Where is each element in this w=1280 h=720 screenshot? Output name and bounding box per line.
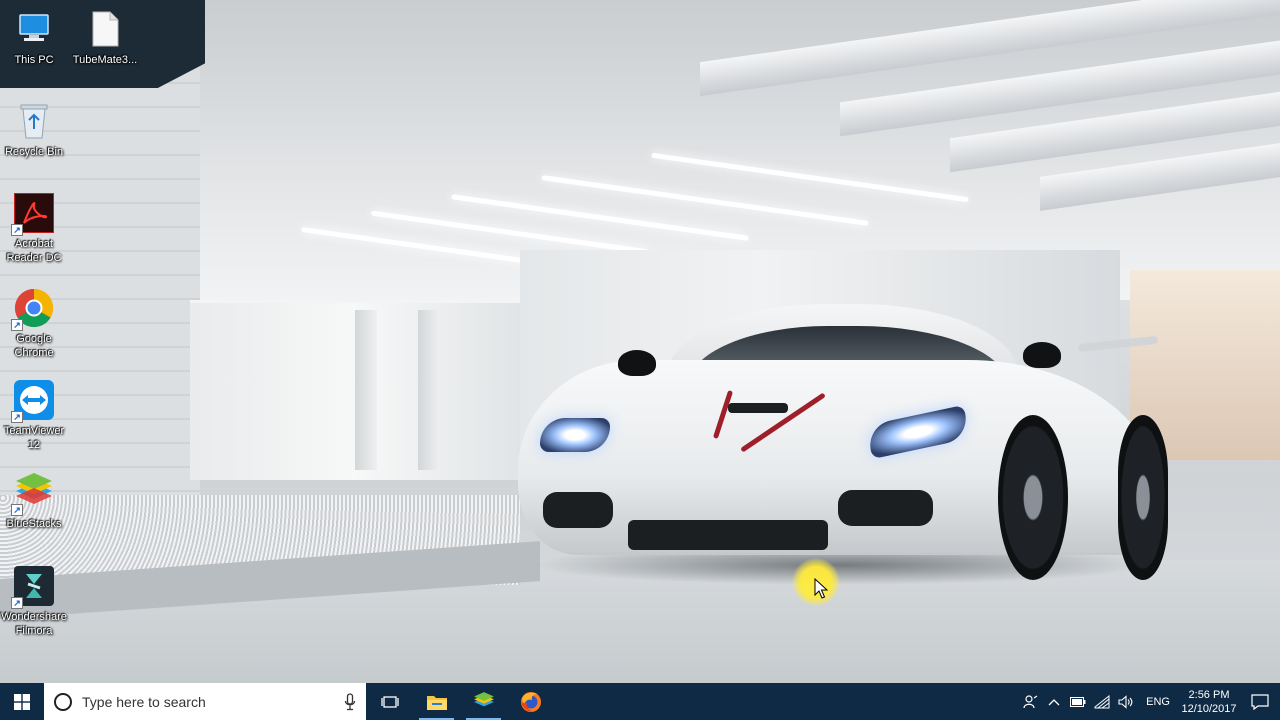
taskbar-search-box[interactable]: Type here to search bbox=[44, 683, 366, 720]
desktop-icon-label: This PC bbox=[14, 54, 54, 66]
search-placeholder: Type here to search bbox=[82, 693, 206, 710]
clock-time: 2:56 PM bbox=[1188, 688, 1230, 701]
desktop-icon-label: BlueStacks bbox=[6, 518, 62, 530]
volume-icon[interactable] bbox=[1114, 683, 1138, 720]
shortcut-arrow-icon: ↗ bbox=[11, 597, 23, 609]
system-tray: ENG 2:56 PM 12/10/2017 bbox=[1018, 683, 1280, 720]
file-explorer-icon bbox=[426, 695, 447, 710]
desktop-icon-label: TubeMate3... bbox=[72, 54, 138, 66]
desktop-icon-bluestacks[interactable]: ↗ BlueStacks bbox=[0, 472, 70, 531]
desktop-icon-label: Google Chrome bbox=[14, 333, 54, 359]
bluestacks-icon: ↗ bbox=[11, 472, 55, 516]
recycle-bin-icon bbox=[13, 100, 55, 142]
microphone-icon[interactable] bbox=[344, 692, 356, 711]
cortana-icon bbox=[54, 692, 72, 711]
desktop-icon-acrobat[interactable]: ↗ Acrobat Reader DC bbox=[0, 192, 70, 265]
wallpaper-pillar bbox=[355, 310, 377, 470]
firefox-icon bbox=[520, 691, 541, 712]
car-grille bbox=[628, 520, 828, 550]
file-icon bbox=[84, 8, 126, 50]
task-view-button[interactable] bbox=[366, 683, 413, 720]
shortcut-arrow-icon: ↗ bbox=[11, 411, 23, 423]
car-headlight bbox=[540, 418, 610, 452]
people-icon[interactable] bbox=[1018, 683, 1042, 720]
desktop-icon-label: Acrobat Reader DC bbox=[6, 238, 62, 264]
desktop-icon-filmora[interactable]: ↗ Wondershare Filmora bbox=[0, 565, 70, 638]
car-hood-vent bbox=[728, 403, 788, 413]
wallpaper-pillar bbox=[418, 310, 440, 470]
teamviewer-icon: ↗ bbox=[11, 379, 55, 423]
desktop-wallpaper bbox=[0, 0, 1280, 683]
clock-date: 12/10/2017 bbox=[1181, 702, 1237, 715]
taskbar-bluestacks[interactable] bbox=[460, 683, 507, 720]
notifications-icon bbox=[1251, 693, 1269, 710]
car-wheel bbox=[998, 415, 1068, 580]
action-center-button[interactable] bbox=[1240, 683, 1280, 720]
start-button[interactable] bbox=[0, 683, 44, 720]
car-intake bbox=[543, 492, 613, 528]
car-intake bbox=[838, 490, 933, 526]
this-pc-icon bbox=[13, 8, 55, 50]
mouse-cursor-icon bbox=[814, 578, 828, 599]
filmora-icon: ↗ bbox=[11, 565, 55, 609]
desktop-icon-teamviewer[interactable]: ↗ TeamViewer 12 bbox=[0, 379, 70, 452]
show-hidden-icons-chevron-icon[interactable] bbox=[1042, 683, 1066, 720]
taskbar: Type here to search ENG 2:56 PM 12/10/20… bbox=[0, 683, 1280, 720]
desktop-icon-chrome[interactable]: ↗ Google Chrome bbox=[0, 287, 70, 360]
battery-icon[interactable] bbox=[1066, 683, 1090, 720]
taskbar-firefox[interactable] bbox=[507, 683, 554, 720]
desktop-icon-recycle-bin[interactable]: Recycle Bin bbox=[0, 100, 70, 159]
wifi-icon[interactable] bbox=[1090, 683, 1114, 720]
car-wheel bbox=[1118, 415, 1168, 580]
desktop-icon-this-pc[interactable]: This PC bbox=[0, 8, 70, 67]
wallpaper-sports-car bbox=[518, 300, 1168, 590]
desktop-icon-label: TeamViewer 12 bbox=[3, 425, 65, 451]
car-mirror bbox=[1023, 342, 1061, 368]
car-spoiler bbox=[1077, 335, 1159, 353]
shortcut-arrow-icon: ↗ bbox=[11, 504, 23, 516]
desktop-icon-label: Recycle Bin bbox=[4, 146, 64, 158]
desktop-icon-tubemate[interactable]: TubeMate3... bbox=[69, 8, 141, 67]
acrobat-icon: ↗ bbox=[11, 192, 55, 236]
shortcut-arrow-icon: ↗ bbox=[11, 319, 23, 331]
chrome-icon: ↗ bbox=[11, 287, 55, 331]
input-language[interactable]: ENG bbox=[1138, 696, 1178, 708]
desktop-icon-label: Wondershare Filmora bbox=[1, 611, 67, 637]
bluestacks-icon bbox=[473, 691, 494, 706]
windows-logo-icon bbox=[14, 693, 30, 710]
shortcut-arrow-icon: ↗ bbox=[11, 224, 23, 236]
taskbar-file-explorer[interactable] bbox=[413, 683, 460, 720]
task-view-icon bbox=[380, 695, 399, 708]
car-mirror bbox=[618, 350, 656, 376]
taskbar-clock[interactable]: 2:56 PM 12/10/2017 bbox=[1178, 688, 1240, 716]
